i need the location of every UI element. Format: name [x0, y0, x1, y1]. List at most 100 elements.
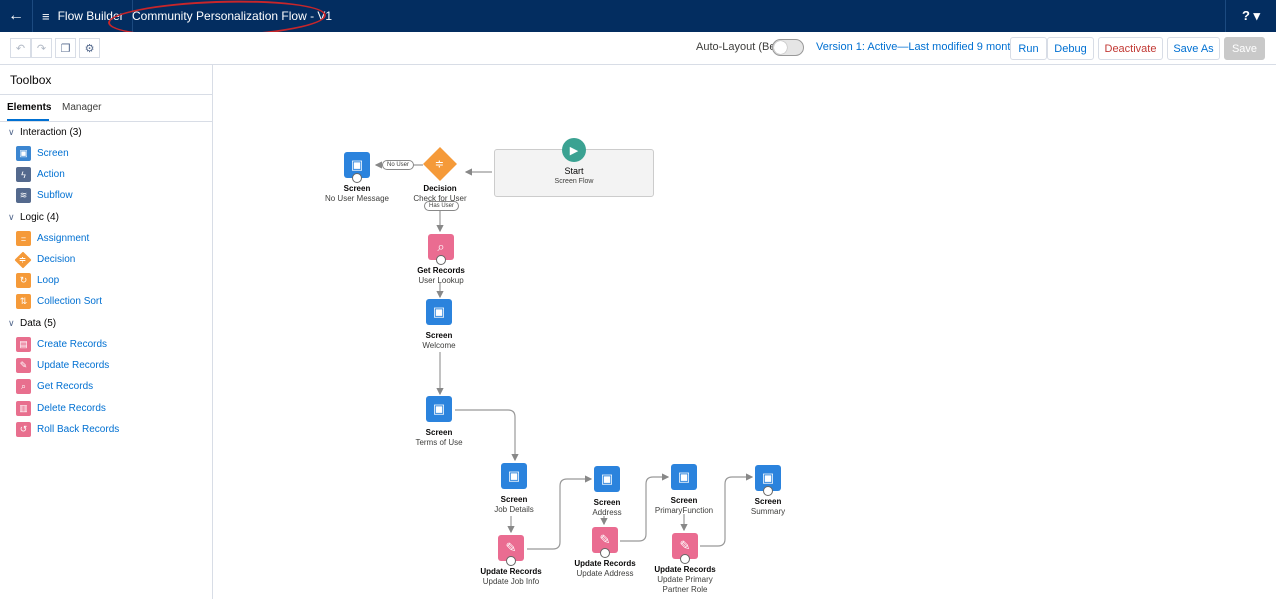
toolbox-item-collection-sort[interactable]: ⇅ Collection Sort — [16, 293, 102, 310]
toolbox-item-assignment[interactable]: = Assignment — [16, 230, 89, 247]
assignment-icon: = — [16, 231, 31, 246]
group-label: Interaction (3) — [20, 127, 82, 138]
help-menu-button[interactable]: ? ▾ — [1225, 0, 1276, 32]
item-label: Delete Records — [37, 403, 106, 414]
group-logic[interactable]: ∨ Logic (4) — [8, 212, 59, 223]
save-as-button[interactable]: Save As — [1167, 37, 1220, 60]
toolbox-item-create-records[interactable]: ▤ Create Records — [16, 336, 107, 353]
item-label: Create Records — [37, 339, 108, 350]
back-button[interactable]: ← — [0, 0, 33, 32]
get-records-icon: ⌕ — [16, 379, 31, 394]
connector-dot — [600, 548, 610, 558]
get-records-icon: ⌕ — [428, 234, 454, 265]
toolbox-item-get-records[interactable]: ⌕ Get Records — [16, 378, 93, 395]
screen-icon: ▣ — [671, 464, 697, 490]
flow-builder-icon: ≡ — [42, 8, 50, 24]
flow-canvas[interactable] — [213, 65, 1276, 599]
toolbox-item-update-records[interactable]: ✎ Update Records — [16, 357, 109, 374]
screen-node-no-user-message[interactable]: ▣ Screen No User Message — [307, 152, 407, 204]
screen-icon: ▣ — [344, 152, 370, 183]
screen-node-terms[interactable]: ▣ Screen Terms of Use — [389, 396, 489, 448]
group-label: Logic (4) — [20, 212, 59, 223]
toolbar: ↶ ↷ ❐ ⚙ Auto-Layout (Beta) Version 1: Ac… — [0, 32, 1276, 65]
screen-node-job-details[interactable]: ▣ Screen Job Details — [464, 463, 564, 515]
connector-dot — [763, 486, 773, 496]
screen-icon: ▣ — [16, 146, 31, 161]
delete-records-icon: ▥ — [16, 401, 31, 416]
update-records-icon: ✎ — [592, 527, 618, 558]
rollback-icon: ↺ — [16, 422, 31, 437]
item-label: Get Records — [37, 381, 94, 392]
node-label: Update Primary Partner Role — [657, 575, 713, 594]
toolbox-item-delete-records[interactable]: ▥ Delete Records — [16, 400, 106, 417]
settings-button[interactable]: ⚙ — [79, 38, 100, 58]
screen-node-welcome[interactable]: ▣ Screen Welcome — [389, 299, 489, 351]
screen-node-summary[interactable]: ▣ Screen Summary — [718, 465, 818, 517]
group-data[interactable]: ∨ Data (5) — [8, 318, 56, 329]
back-arrow-icon: ← — [8, 7, 24, 24]
node-type: Update Records — [654, 565, 716, 574]
redo-button[interactable]: ↷ — [31, 38, 52, 58]
node-label: Summary — [750, 507, 786, 516]
item-label: Screen — [37, 148, 69, 159]
toolbox-title: Toolbox — [10, 73, 52, 87]
copy-button[interactable]: ❐ — [55, 38, 76, 58]
screen-icon: ▣ — [501, 463, 527, 489]
toolbox-item-screen[interactable]: ▣ Screen — [16, 145, 69, 162]
lightning-icon: ϟ — [16, 167, 31, 182]
screen-icon: ▣ — [594, 466, 620, 492]
save-button[interactable]: Save — [1224, 37, 1265, 60]
decision-icon: ≑ — [423, 147, 457, 181]
auto-layout-toggle[interactable] — [772, 39, 804, 56]
node-type: Screen — [425, 428, 453, 437]
toolbox-item-roll-back-records[interactable]: ↺ Roll Back Records — [16, 421, 119, 438]
toolbox-item-action[interactable]: ϟ Action — [16, 166, 65, 183]
run-button[interactable]: Run — [1010, 37, 1047, 60]
connector-dot — [506, 556, 516, 566]
node-type: Screen — [500, 495, 528, 504]
debug-button[interactable]: Debug — [1047, 37, 1094, 60]
subflow-icon: ≋ — [16, 188, 31, 203]
update-records-icon: ✎ — [16, 358, 31, 373]
toggle-knob — [774, 41, 787, 54]
toolbox-tabs: Elements Manager — [0, 94, 212, 122]
update-records-icon: ✎ — [672, 533, 698, 564]
node-type: Screen — [754, 497, 782, 506]
deactivate-button[interactable]: Deactivate — [1098, 37, 1163, 60]
tab-elements[interactable]: Elements — [7, 95, 51, 121]
chevron-down-icon: ∨ — [8, 127, 15, 137]
item-label: Decision — [37, 254, 76, 265]
sort-icon: ⇅ — [16, 294, 31, 309]
node-label: No User Message — [324, 194, 390, 203]
undo-button[interactable]: ↶ — [10, 38, 31, 58]
node-label: Job Details — [494, 505, 534, 514]
item-label: Loop — [37, 275, 60, 286]
node-label: Update Job Info — [482, 577, 540, 586]
help-icon: ? ▾ — [1241, 8, 1261, 23]
tab-manager[interactable]: Manager — [62, 95, 101, 121]
update-records-node-primary-partner-role[interactable]: ✎ Update Records Update Primary Partner … — [635, 533, 735, 595]
toolbox-item-loop[interactable]: ↻ Loop — [16, 272, 59, 289]
update-records-node-job-info[interactable]: ✎ Update Records Update Job Info — [461, 535, 561, 587]
loop-icon: ↻ — [16, 273, 31, 288]
node-label: User Lookup — [418, 276, 464, 285]
undo-icon: ↶ — [15, 42, 26, 55]
start-node[interactable]: ▶ Start Screen Flow — [494, 138, 654, 197]
redo-icon: ↷ — [36, 42, 47, 55]
get-records-node-user-lookup[interactable]: ⌕ Get Records User Lookup — [391, 234, 491, 286]
item-label: Assignment — [37, 233, 90, 244]
node-label: Terms of Use — [415, 438, 463, 447]
toolbox-item-subflow[interactable]: ≋ Subflow — [16, 187, 73, 204]
node-type: Get Records — [417, 266, 465, 275]
toolbox-item-decision[interactable]: ≑ Decision — [14, 251, 76, 268]
group-interaction[interactable]: ∨ Interaction (3) — [8, 127, 82, 138]
update-records-icon: ✎ — [498, 535, 524, 566]
node-type: Screen — [343, 184, 371, 193]
connector-dot — [680, 554, 690, 564]
start-title: Start — [564, 166, 584, 176]
screen-icon: ▣ — [755, 465, 781, 496]
start-subtitle: Screen Flow — [554, 178, 594, 185]
has-user-pill: Has User — [424, 201, 460, 211]
create-records-icon: ▤ — [16, 337, 31, 352]
node-label: Welcome — [422, 341, 456, 350]
